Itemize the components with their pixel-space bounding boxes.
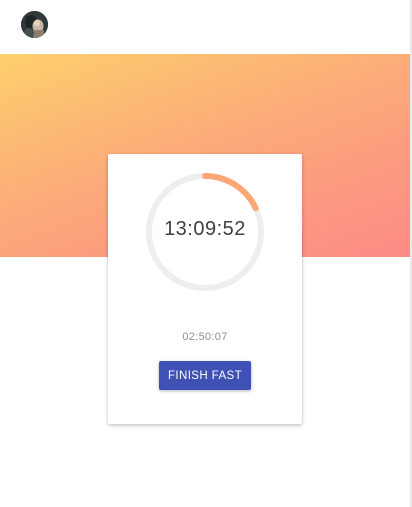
timer-card: 13:09:52 02:50:07 FINISH FAST	[108, 154, 302, 424]
top-bar	[0, 0, 410, 54]
finish-fast-button[interactable]: FINISH FAST	[159, 361, 251, 390]
time-remaining: 13:09:52	[164, 218, 246, 240]
fasting-timer-page: 13:09:52 02:50:07 FINISH FAST	[0, 0, 412, 507]
avatar-photo-icon	[21, 11, 48, 38]
elapsed-time: 02:50:07	[182, 331, 228, 343]
avatar[interactable]	[21, 11, 48, 38]
